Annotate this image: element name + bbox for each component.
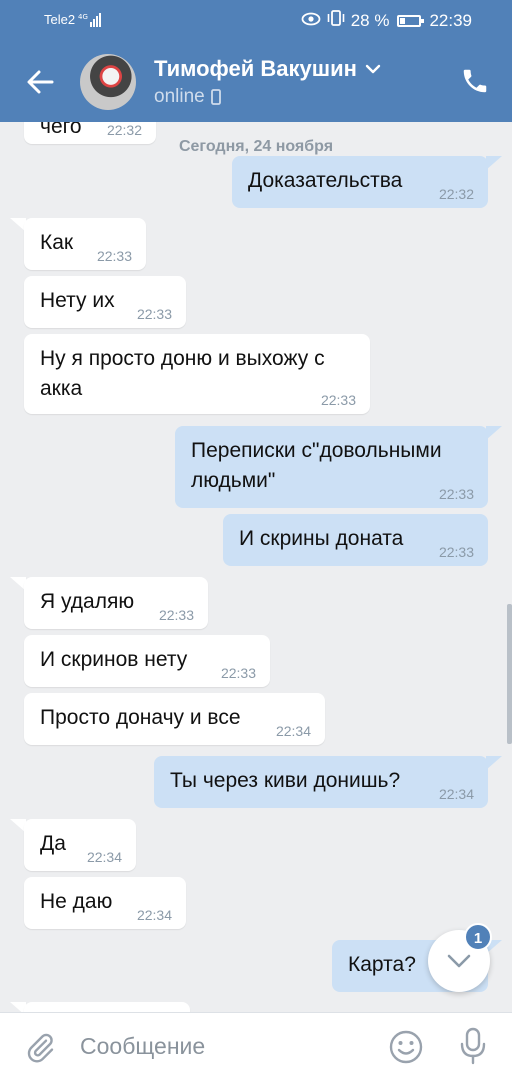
attach-button[interactable] [24, 1031, 56, 1070]
voice-message-button[interactable] [458, 1027, 488, 1070]
message-time: 22:33 [136, 306, 172, 322]
message-time: 22:32 [106, 122, 142, 138]
message-bubble-incoming[interactable]: Да 22:34 [24, 819, 136, 871]
message-bubble-incoming-partial[interactable] [24, 1002, 190, 1012]
status-bar: Tele2 4G 28 % 22:39 [0, 0, 512, 42]
mobile-phone-icon [210, 89, 221, 105]
carrier-label: Tele2 [44, 12, 76, 27]
arrow-left-icon [27, 70, 54, 94]
contact-name: Тимофей Вакушин [154, 56, 357, 81]
presence-status: online [154, 86, 221, 108]
message-text: Да [40, 832, 66, 855]
call-button[interactable] [460, 66, 490, 96]
message-bubble-incoming[interactable]: Просто доначу и все 22:34 [24, 693, 325, 745]
message-input[interactable]: Сообщение [80, 1033, 205, 1060]
message-bubble-incoming[interactable]: Не даю 22:34 [24, 877, 186, 929]
message-text: Ну я просто доню и выхожу с акка [40, 347, 325, 400]
message-bubble-incoming[interactable]: Я удаляю 22:33 [24, 577, 208, 629]
message-time: 22:33 [220, 665, 256, 681]
message-bubble-incoming[interactable]: Как 22:33 [24, 218, 146, 270]
battery-icon [397, 14, 425, 27]
message-time: 22:34 [86, 849, 122, 865]
vibrate-icon [327, 10, 345, 31]
back-button[interactable] [22, 64, 58, 100]
message-list[interactable]: чего 22:32 Сегодня, 24 ноября Доказатель… [0, 122, 512, 1012]
avatar[interactable] [80, 54, 136, 110]
message-composer: Сообщение [0, 1012, 512, 1080]
emoji-button[interactable] [388, 1029, 424, 1070]
paperclip-icon [27, 1033, 54, 1063]
message-text: И скрины доната [239, 527, 404, 550]
message-time: 22:34 [136, 907, 172, 923]
message-text: Просто доначу и все [40, 706, 241, 729]
date-separator: Сегодня, 24 ноября [178, 138, 334, 155]
message-text: Переписки с"довольными людьми" [191, 439, 442, 492]
bubble-tail [486, 756, 502, 770]
message-bubble-outgoing[interactable]: Переписки с"довольными людьми" 22:33 [175, 426, 488, 508]
unread-badge: 1 [464, 923, 492, 951]
message-text: Карта? [348, 953, 416, 976]
message-time: 22:33 [320, 392, 356, 408]
message-time: 22:33 [438, 486, 474, 502]
message-time: 22:33 [96, 248, 132, 264]
contact-name-dropdown[interactable]: Тимофей Вакушин [154, 56, 381, 82]
message-text: Доказательства [248, 169, 403, 192]
signal-icon: 4G [78, 12, 104, 33]
message-bubble-outgoing[interactable]: Доказательства 22:32 [232, 156, 488, 208]
battery-level [400, 17, 406, 24]
scrollbar[interactable] [507, 604, 512, 744]
message-text: Нету их [40, 289, 115, 312]
microphone-icon [460, 1027, 486, 1065]
message-bubble-incoming[interactable]: И скринов нету 22:33 [24, 635, 270, 687]
message-time: 22:34 [438, 786, 474, 802]
message-text: Как [40, 231, 74, 254]
battery-percent: 28 % [350, 10, 390, 30]
message-text: Не даю [40, 890, 113, 913]
message-text: Ты через киви донишь? [170, 769, 401, 792]
phone-icon [463, 69, 487, 93]
smile-icon [389, 1030, 423, 1064]
message-text: И скринов нету [40, 648, 188, 671]
message-bubble-outgoing[interactable]: Ты через киви донишь? 22:34 [154, 756, 488, 808]
message-time: 22:33 [158, 607, 194, 623]
presence-label: online [154, 86, 205, 107]
message-text: чего [40, 122, 82, 138]
message-time: 22:32 [438, 186, 474, 202]
bubble-tail [486, 426, 502, 440]
message-text: Я удаляю [40, 590, 135, 613]
chat-header: Tele2 4G 28 % 22:39 Тимофей Вакушин onli… [0, 0, 512, 122]
message-bubble-incoming[interactable]: Нету их 22:33 [24, 276, 186, 328]
chevron-down-icon [447, 954, 471, 968]
clock: 22:39 [429, 10, 472, 30]
bubble-tail [486, 156, 502, 170]
network-type: 4G [78, 13, 88, 21]
message-bubble-incoming[interactable]: Ну я просто доню и выхожу с акка 22:33 [24, 334, 370, 414]
message-bubble-outgoing[interactable]: И скрины доната 22:33 [223, 514, 488, 566]
message-time: 22:33 [438, 544, 474, 560]
eye-icon [301, 11, 321, 31]
chevron-down-icon [365, 64, 381, 74]
message-time: 22:34 [275, 723, 311, 739]
